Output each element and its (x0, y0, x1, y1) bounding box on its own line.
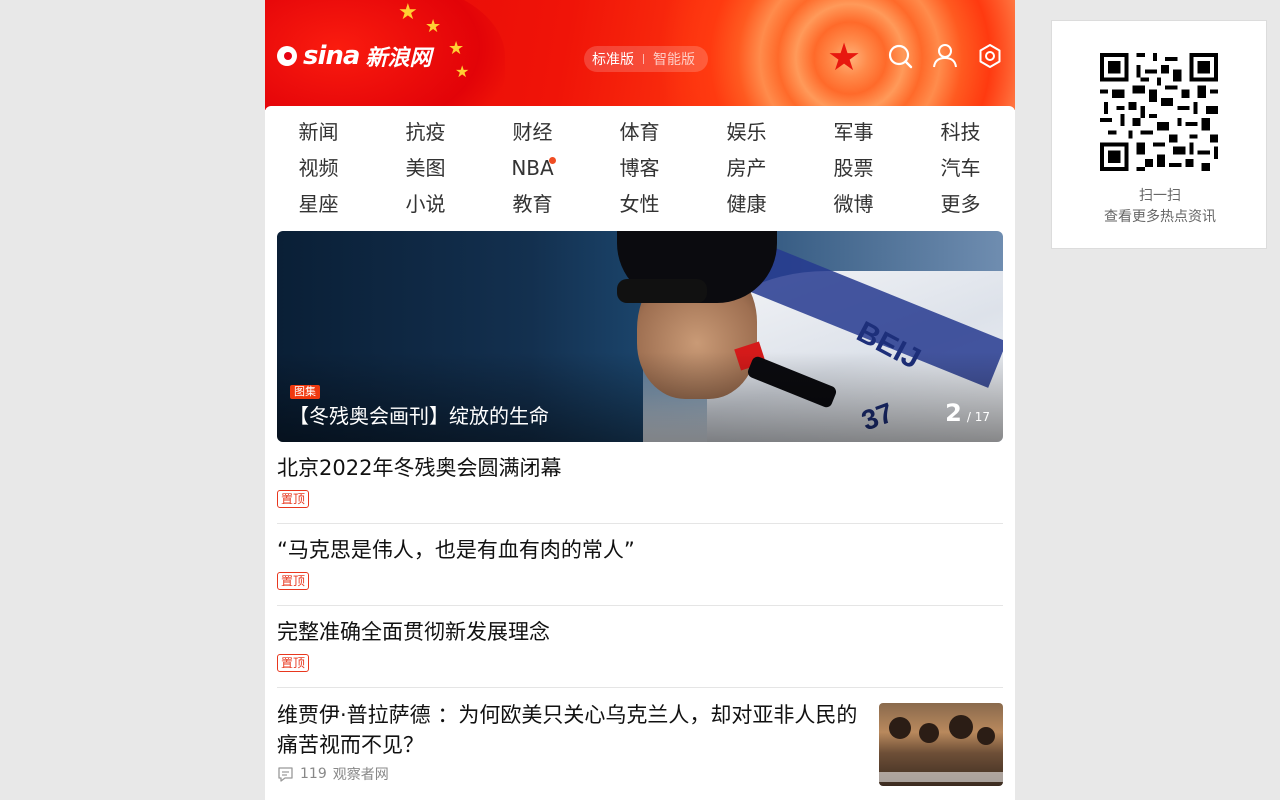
nav-item-weibo[interactable]: 微博 (800, 186, 907, 222)
star-decoration: ★ (455, 62, 470, 81)
list-item[interactable]: 北京2022年冬残奥会圆满闭幕 置顶 (277, 442, 1003, 524)
article-source: 观察者网 (332, 767, 389, 783)
user-icon[interactable] (932, 43, 958, 69)
logo-cn: 新浪网 (365, 46, 432, 71)
pinned-badge: 置顶 (277, 654, 310, 672)
qr-code (1100, 53, 1218, 171)
nav-item-auto[interactable]: 汽车 (907, 150, 1014, 186)
comment-icon (278, 766, 293, 782)
nav-item-finance[interactable]: 财经 (479, 114, 586, 150)
nav-item-label: NBA (511, 156, 554, 180)
search-icon[interactable] (887, 43, 913, 69)
thumb-caption-strip (879, 772, 1003, 782)
nav-item-video[interactable]: 视频 (265, 150, 372, 186)
star-decoration: ★ (425, 16, 442, 37)
pager-total: / 17 (966, 410, 990, 424)
nav-item-stocks[interactable]: 股票 (800, 150, 907, 186)
headline: 维贾伊·普拉萨德 ：为何欧美只关心乌克兰人，却对亚非人民的痛苦视而不见？ (277, 703, 858, 757)
pinned-badge: 置顶 (277, 490, 310, 508)
list-item[interactable]: 维贾伊·普拉萨德 ：为何欧美只关心乌克兰人，却对亚非人民的痛苦视而不见？ 119… (277, 688, 1003, 798)
nav-item-sports[interactable]: 体育 (586, 114, 693, 150)
emblem-star-decoration: ★ (827, 35, 862, 79)
mode-switch: 标准版 智能版 (584, 46, 708, 72)
star-decoration: ★ (448, 38, 465, 59)
comment-count: 119 (300, 766, 327, 782)
article-thumbnail[interactable] (879, 703, 1003, 786)
mobile-page: ★ ★ ★ ★ ★ sina 新浪网 标准版 智能版 新闻 抗疫 财经 体育 娱… (265, 0, 1015, 800)
list-item[interactable]: “马克思是伟人，也是有血有肉的常人” 置顶 (277, 524, 1003, 606)
logo-latin: sina (303, 41, 360, 71)
thumb-figure (889, 717, 911, 739)
sina-logo[interactable]: sina 新浪网 (277, 38, 431, 74)
nav-item-nba[interactable]: NBA (479, 150, 586, 186)
gallery-tag: 图集 (290, 385, 320, 399)
nav-item-entertainment[interactable]: 娱乐 (693, 114, 800, 150)
hero-title[interactable]: 【冬残奥会画刊】绽放的生命 (289, 403, 549, 429)
qr-caption-more: 查看更多热点资讯 (1104, 209, 1216, 225)
list-item[interactable]: 完整准确全面贯彻新发展理念 置顶 (277, 606, 1003, 688)
nav-item-epidemic[interactable]: 抗疫 (372, 114, 479, 150)
qr-panel: 扫一扫 查看更多热点资讯 (1051, 20, 1267, 249)
nav-item-astrology[interactable]: 星座 (265, 186, 372, 222)
header-banner: ★ ★ ★ ★ ★ sina 新浪网 标准版 智能版 (265, 0, 1015, 110)
hero-carousel[interactable]: BEIJ 37 图集 【冬残奥会画刊】绽放的生命 2 / 17 (277, 231, 1003, 442)
pager-current: 2 (945, 399, 962, 427)
pinned-badge: 置顶 (277, 572, 310, 590)
nav-item-house[interactable]: 房产 (693, 150, 800, 186)
nav-item-education[interactable]: 教育 (479, 186, 586, 222)
nav-item-photos[interactable]: 美图 (372, 150, 479, 186)
nav-item-tech[interactable]: 科技 (907, 114, 1014, 150)
thumb-figure (949, 715, 973, 739)
new-dot-badge (549, 157, 556, 164)
nav-item-novel[interactable]: 小说 (372, 186, 479, 222)
qr-caption-scan: 扫一扫 (1139, 188, 1181, 204)
headline: 北京2022年冬残奥会圆满闭幕 (277, 456, 562, 480)
thumb-figure (977, 727, 995, 745)
star-decoration: ★ (398, 0, 418, 25)
nav-item-women[interactable]: 女性 (586, 186, 693, 222)
hero-photo-goggles (617, 279, 707, 303)
nav-item-more[interactable]: 更多 (907, 186, 1014, 222)
settings-icon[interactable] (977, 43, 1003, 69)
headline: 完整准确全面贯彻新发展理念 (277, 620, 550, 644)
nav-item-blog[interactable]: 博客 (586, 150, 693, 186)
channel-nav: 新闻 抗疫 财经 体育 娱乐 军事 科技 视频 美图 NBA 博客 房产 股票 … (265, 106, 1015, 226)
thumb-figure (919, 723, 939, 743)
nav-item-news[interactable]: 新闻 (265, 114, 372, 150)
nav-item-health[interactable]: 健康 (693, 186, 800, 222)
article-meta: 119 观察者网 (277, 764, 389, 784)
mode-smart-button[interactable]: 智能版 (653, 49, 695, 69)
sina-eye-icon (277, 46, 297, 66)
headline: “马克思是伟人，也是有血有肉的常人” (277, 538, 635, 562)
news-feed: 北京2022年冬残奥会圆满闭幕 置顶 “马克思是伟人，也是有血有肉的常人” 置顶… (277, 442, 1003, 798)
mode-standard-button[interactable]: 标准版 (584, 49, 634, 69)
hero-pager: 2 / 17 (945, 399, 990, 427)
mode-divider (643, 54, 644, 64)
nav-item-military[interactable]: 军事 (800, 114, 907, 150)
channel-grid: 新闻 抗疫 财经 体育 娱乐 军事 科技 视频 美图 NBA 博客 房产 股票 … (265, 114, 1015, 222)
